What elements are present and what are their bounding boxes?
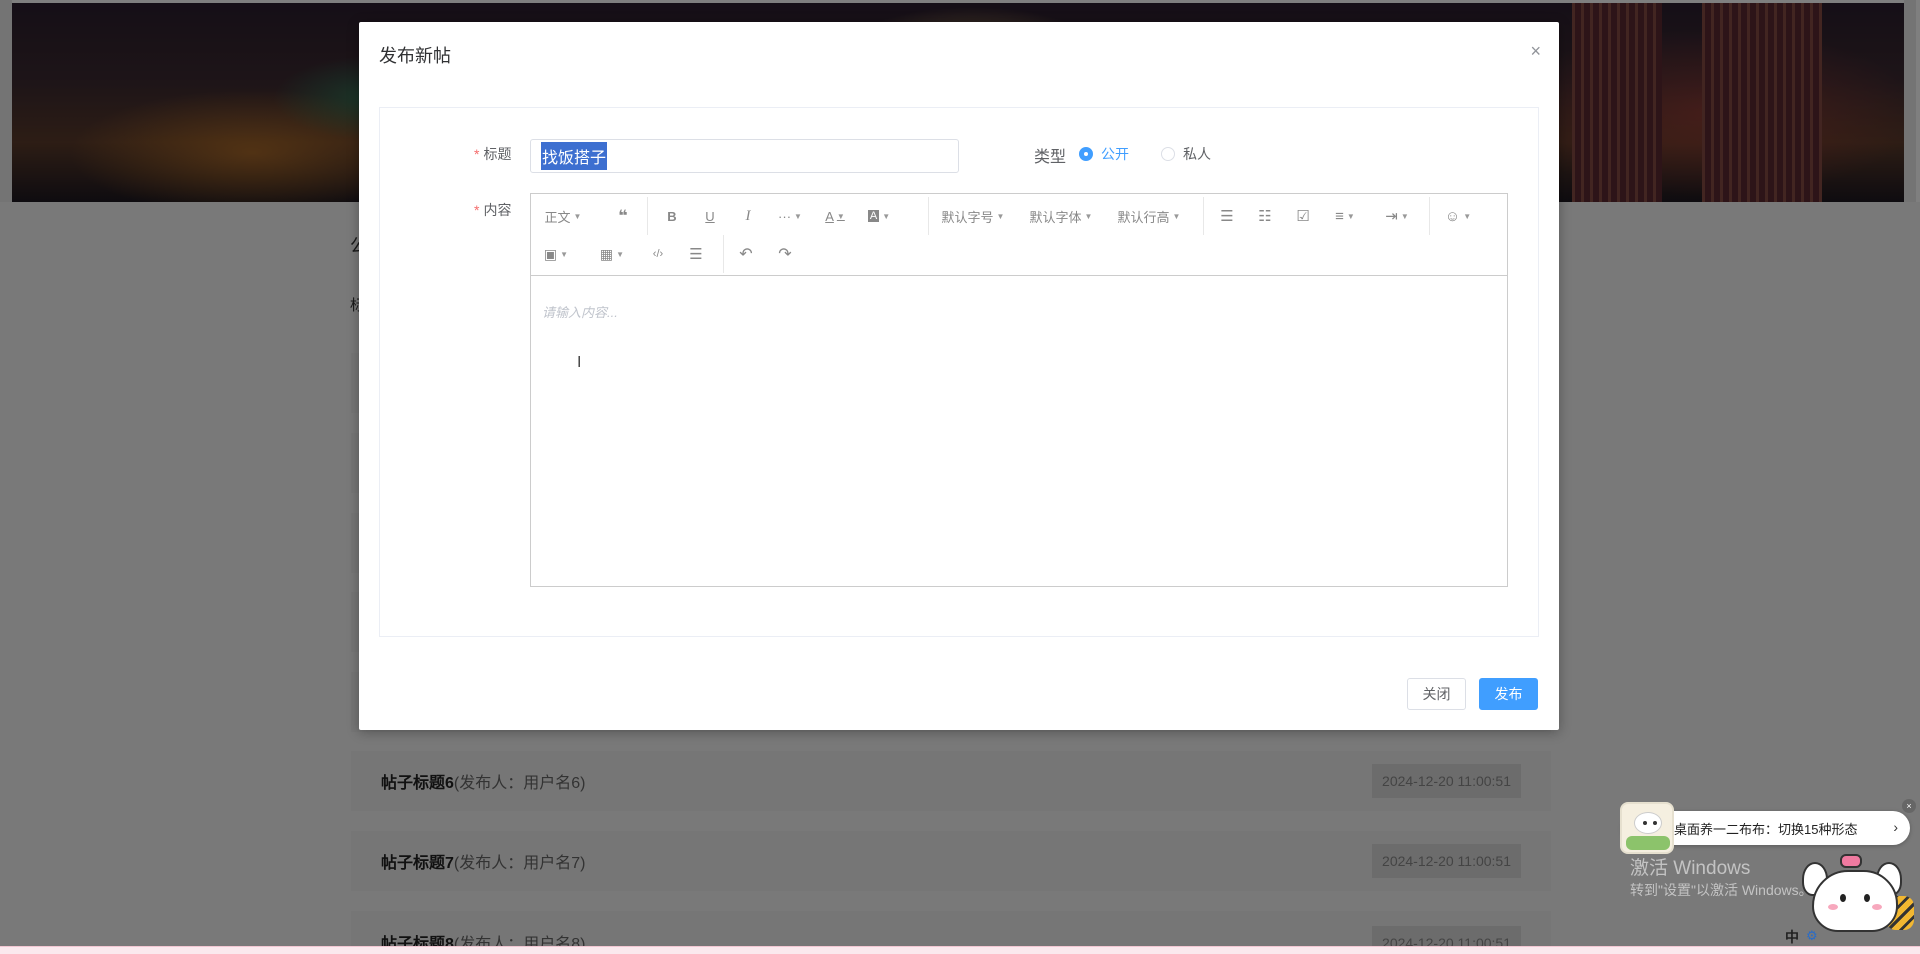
toolbar-divider xyxy=(1429,197,1430,235)
toolbar-divider xyxy=(928,197,929,235)
type-label: 类型 xyxy=(1034,149,1067,166)
rich-text-editor[interactable]: 正文 ▼ ❝ B U I ··· ▼ A ▼ A ▼ 默认字号 ▼ 默认字体 ▼ 默认行高 ▼… xyxy=(530,193,1508,587)
underline-icon[interactable]: U xyxy=(698,200,722,232)
dialog-title: 发布新帖 xyxy=(379,46,451,66)
more-styles-dropdown[interactable]: ··· ▼ xyxy=(775,200,805,232)
emotion-dropdown[interactable]: ☺ ▼ xyxy=(1443,200,1473,232)
quote-icon[interactable]: ❝ xyxy=(611,200,635,232)
ime-settings-icon[interactable]: ⚙ xyxy=(1806,928,1818,944)
font-color-dropdown[interactable]: A ▼ xyxy=(820,200,850,232)
redo-icon[interactable]: ↷ xyxy=(773,238,797,270)
line-height-dropdown[interactable]: 默认行高 ▼ xyxy=(1117,200,1181,232)
code-icon[interactable]: ‹/› xyxy=(646,238,670,270)
toolbar-divider xyxy=(647,197,648,235)
activation-watermark-subtitle: 转到"设置"以激活 Windows。 xyxy=(1630,882,1813,898)
pet-close-icon[interactable]: × xyxy=(1902,799,1916,813)
indent-dropdown[interactable]: ⇥ ▼ xyxy=(1382,200,1412,232)
content-label: * 内容 xyxy=(474,202,512,218)
close-icon[interactable]: × xyxy=(1530,42,1541,60)
chevron-right-icon[interactable]: › xyxy=(1893,819,1898,835)
radio-unchecked-icon[interactable] xyxy=(1161,147,1175,161)
divider-line-icon[interactable]: ☰ xyxy=(684,238,708,270)
editor-placeholder: 请输入内容... xyxy=(542,305,618,320)
pet-avatar-icon[interactable] xyxy=(1620,802,1674,854)
undo-icon[interactable]: ↶ xyxy=(734,238,758,270)
radio-public[interactable]: 公开 xyxy=(1079,144,1129,164)
text-cursor-icon: I xyxy=(577,354,582,371)
radio-private[interactable]: 私人 xyxy=(1161,144,1211,164)
paragraph-style-dropdown[interactable]: 正文 ▼ xyxy=(541,200,585,232)
font-family-dropdown[interactable]: 默认字体 ▼ xyxy=(1029,200,1093,232)
publish-button[interactable]: 发布 xyxy=(1479,678,1538,710)
title-label: * 标题 xyxy=(474,146,512,162)
editor-toolbar: 正文 ▼ ❝ B U I ··· ▼ A ▼ A ▼ 默认字号 ▼ 默认字体 ▼ 默认行高 ▼… xyxy=(531,194,1507,276)
toolbar-divider xyxy=(723,235,724,273)
bullet-list-icon[interactable]: ☰ xyxy=(1215,200,1239,232)
activation-watermark-title: 激活 Windows xyxy=(1630,858,1751,879)
numbered-list-icon[interactable]: ☷ xyxy=(1253,200,1277,232)
todo-checkbox-icon[interactable]: ☑ xyxy=(1291,200,1315,232)
radio-checked-icon[interactable] xyxy=(1079,147,1093,161)
close-button[interactable]: 关闭 xyxy=(1407,678,1466,710)
font-size-dropdown[interactable]: 默认字号 ▼ xyxy=(941,200,1005,232)
image-dropdown[interactable]: ▣ ▼ xyxy=(541,238,571,270)
table-dropdown[interactable]: ▦ ▼ xyxy=(597,238,627,270)
ime-language-indicator[interactable]: 中 xyxy=(1785,927,1799,947)
title-input[interactable]: 找饭搭子 xyxy=(530,139,959,173)
background-color-dropdown[interactable]: A ▼ xyxy=(864,200,894,232)
pet-bubble-text: 桌面养一二布布：切换15种形态 xyxy=(1674,821,1858,837)
bottom-edge-bar xyxy=(0,946,1920,954)
italic-icon[interactable]: I xyxy=(736,200,760,232)
title-input-value[interactable]: 找饭搭子 xyxy=(541,142,608,170)
bold-icon[interactable]: B xyxy=(660,200,684,232)
editor-content-area[interactable]: 请输入内容... I xyxy=(531,276,1507,586)
toolbar-divider xyxy=(1203,197,1204,235)
justify-dropdown[interactable]: ≡ ▼ xyxy=(1330,200,1360,232)
